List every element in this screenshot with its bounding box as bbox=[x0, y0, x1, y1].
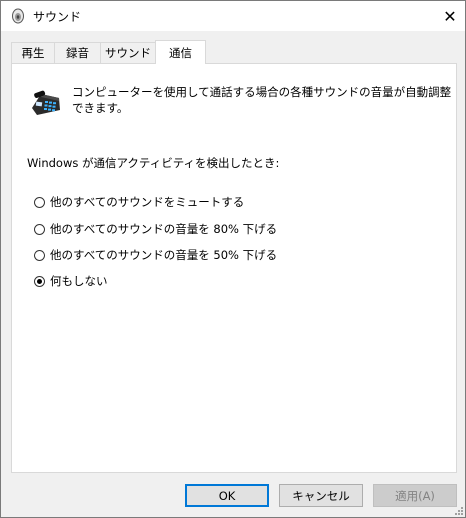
ok-button[interactable]: OK bbox=[185, 484, 269, 507]
radio-button[interactable] bbox=[34, 223, 45, 235]
close-icon: ✕ bbox=[443, 6, 457, 26]
radio-button[interactable] bbox=[34, 196, 45, 208]
option-reduce-80[interactable]: 他のすべてのサウンドの音量を 80% 下げる bbox=[34, 220, 277, 238]
tab-recording[interactable]: 録音 bbox=[54, 42, 101, 63]
telephone-icon bbox=[32, 90, 60, 115]
apply-button[interactable]: 適用(A) bbox=[373, 484, 457, 507]
tab-communications[interactable]: 通信 bbox=[155, 40, 206, 64]
tab-strip: 再生 録音 サウンド 通信 bbox=[11, 40, 457, 64]
description-text: コンピューターを使用して通話する場合の各種サウンドの音量が自動調整できます。 bbox=[72, 85, 452, 115]
speaker-icon bbox=[12, 8, 24, 24]
tab-playback[interactable]: 再生 bbox=[11, 42, 55, 63]
resize-grip-icon[interactable] bbox=[453, 505, 463, 515]
close-button[interactable]: ✕ bbox=[435, 1, 465, 31]
title-bar[interactable]: サウンド ✕ bbox=[1, 1, 465, 31]
radio-button-selected[interactable] bbox=[34, 275, 45, 287]
detect-label: Windows が通信アクティビティを検出したとき: bbox=[27, 156, 280, 170]
communications-panel: コンピューターを使用して通話する場合の各種サウンドの音量が自動調整できます。 W… bbox=[11, 63, 457, 473]
radio-button[interactable] bbox=[34, 249, 45, 261]
tab-sounds[interactable]: サウンド bbox=[100, 42, 156, 63]
option-label: 他のすべてのサウンドをミュートする bbox=[50, 195, 245, 209]
option-reduce-50[interactable]: 他のすべてのサウンドの音量を 50% 下げる bbox=[34, 246, 277, 264]
option-do-nothing[interactable]: 何もしない bbox=[34, 272, 108, 290]
option-mute-others[interactable]: 他のすべてのサウンドをミュートする bbox=[34, 193, 244, 211]
window-title: サウンド bbox=[33, 10, 82, 24]
option-label: 他のすべてのサウンドの音量を 50% 下げる bbox=[50, 248, 278, 262]
cancel-button[interactable]: キャンセル bbox=[279, 484, 363, 507]
option-label: 他のすべてのサウンドの音量を 80% 下げる bbox=[50, 222, 278, 236]
option-label: 何もしない bbox=[50, 274, 108, 288]
sound-dialog: サウンド ✕ 再生 録音 サウンド 通信 コンピューターを使用して通話する場合の… bbox=[0, 0, 466, 518]
